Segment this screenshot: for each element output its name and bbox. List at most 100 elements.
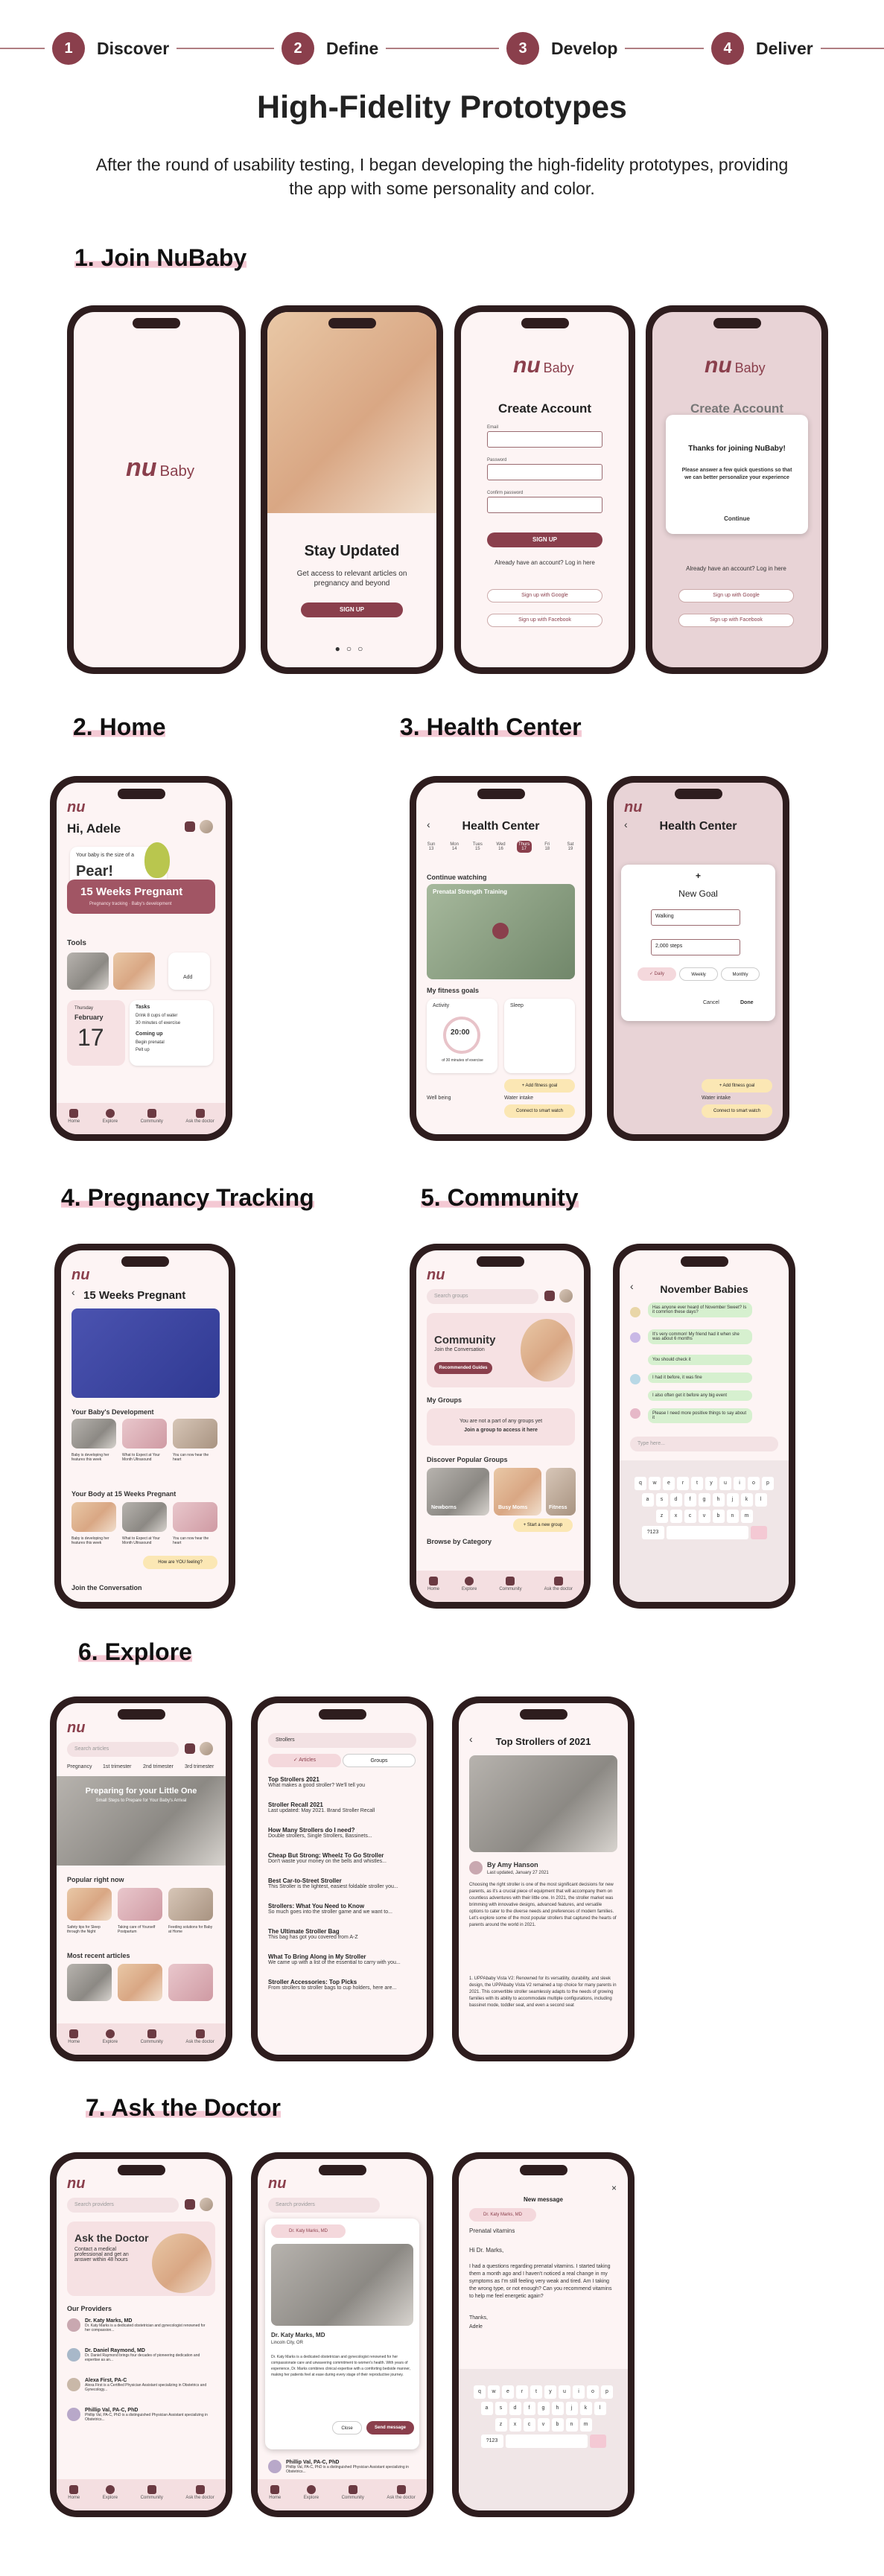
- articles-search-input[interactable]: Search articles: [67, 1742, 179, 1757]
- key[interactable]: o: [587, 2385, 599, 2399]
- result-item[interactable]: How Many Strollers do I need? Double stro…: [268, 1827, 416, 1839]
- message-subject[interactable]: Prenatal vitamins: [469, 2227, 515, 2234]
- result-item[interactable]: Strollers: What You Need to Know So much …: [268, 1903, 416, 1915]
- key[interactable]: r: [677, 1477, 689, 1490]
- tab-first-trimester[interactable]: 1st trimester: [103, 1764, 132, 1769]
- result-item[interactable]: The Ultimate Stroller Bag This bag has go…: [268, 1928, 416, 1940]
- send-key[interactable]: [750, 1526, 767, 1539]
- group-card-busy-moms[interactable]: Busy Moms: [494, 1468, 541, 1516]
- article-title[interactable]: Safety tips for Sleep through the Night: [67, 1925, 112, 1934]
- numbers-key[interactable]: ?123: [480, 2435, 503, 2448]
- article-title[interactable]: Baby is developing her features this wee…: [71, 1536, 116, 1545]
- tab-community[interactable]: Community: [141, 2485, 163, 2500]
- tab-home[interactable]: Home: [68, 2029, 80, 2044]
- key[interactable]: x: [670, 1510, 682, 1523]
- key[interactable]: b: [712, 1510, 725, 1523]
- date-item[interactable]: Wed 16: [493, 841, 508, 853]
- tool-card[interactable]: [113, 953, 155, 990]
- mail-icon[interactable]: [185, 1743, 195, 1754]
- tab-ask-doctor[interactable]: Ask the doctor: [544, 1577, 573, 1591]
- stroller-search-input[interactable]: Strollers: [268, 1733, 416, 1748]
- key[interactable]: d: [670, 1493, 682, 1507]
- key[interactable]: f: [523, 2402, 535, 2415]
- tab-ask-doctor[interactable]: Ask the doctor: [185, 1109, 214, 1124]
- facebook-signup-button[interactable]: Sign up with Facebook: [487, 614, 602, 627]
- result-item[interactable]: Top Strollers 2021 What makes a good stro…: [268, 1776, 416, 1788]
- login-link[interactable]: Already have an account? Log in here: [472, 559, 617, 566]
- key[interactable]: h: [551, 2402, 564, 2415]
- key[interactable]: l: [594, 2402, 606, 2415]
- key[interactable]: u: [559, 2385, 570, 2399]
- article-title[interactable]: What to Expect at Your Month Ultrasound: [122, 1536, 167, 1545]
- key[interactable]: z: [655, 1510, 668, 1523]
- result-item[interactable]: What To Bring Along in My Stroller We cam…: [268, 1953, 416, 1965]
- monthly-chip[interactable]: Monthly: [721, 967, 760, 981]
- article-image[interactable]: [67, 1888, 112, 1921]
- tab-community[interactable]: Community: [499, 1577, 522, 1591]
- key[interactable]: n: [565, 2418, 578, 2432]
- article-title[interactable]: What to Expect at Your Month Ultrasound: [122, 1453, 167, 1462]
- mail-icon[interactable]: [185, 821, 195, 832]
- article-image[interactable]: [168, 1964, 213, 2001]
- close-icon[interactable]: ×: [611, 2183, 617, 2193]
- tab-community[interactable]: Community: [342, 2485, 364, 2500]
- calendar-card[interactable]: Thursday February 17: [67, 1000, 125, 1066]
- key[interactable]: y: [705, 1477, 717, 1490]
- sign-up-button[interactable]: SIGN UP: [301, 602, 403, 617]
- tab-ask-doctor[interactable]: Ask the doctor: [185, 2485, 214, 2500]
- article-image[interactable]: [122, 1419, 167, 1448]
- email-field[interactable]: [487, 431, 602, 448]
- key[interactable]: v: [537, 2418, 550, 2432]
- key[interactable]: h: [712, 1493, 725, 1507]
- article-title[interactable]: You can now hear the heart: [173, 1453, 217, 1462]
- mail-icon[interactable]: [544, 1291, 555, 1301]
- explore-hero-image[interactable]: Preparing for your Little One Small Step…: [57, 1776, 226, 1866]
- key[interactable]: i: [734, 1477, 745, 1490]
- key[interactable]: x: [509, 2418, 521, 2432]
- key[interactable]: w: [649, 1477, 661, 1490]
- password-field[interactable]: [487, 464, 602, 480]
- key[interactable]: z: [495, 2418, 507, 2432]
- article-image[interactable]: [173, 1419, 217, 1448]
- recommended-button[interactable]: Recommended Guides: [434, 1362, 492, 1374]
- done-button[interactable]: Done: [740, 1000, 754, 1005]
- video-thumbnail[interactable]: Prenatal Strength Training: [427, 884, 575, 979]
- daily-chip[interactable]: ✓ Daily: [637, 967, 676, 981]
- result-item[interactable]: Cheap But Strong: Wheelz To Go Stroller D…: [268, 1852, 416, 1864]
- key[interactable]: a: [480, 2402, 493, 2415]
- feeling-button[interactable]: How are YOU feeling?: [143, 1556, 217, 1569]
- avatar[interactable]: [200, 1742, 213, 1755]
- group-card-fitness[interactable]: Fitness: [546, 1468, 576, 1516]
- message-body[interactable]: I had a questions regarding prenatal vit…: [469, 2263, 617, 2300]
- key[interactable]: t: [691, 1477, 703, 1490]
- article-image[interactable]: [168, 1888, 213, 1921]
- date-item[interactable]: Tues 15: [470, 841, 485, 853]
- articles-tab[interactable]: ✓ Articles: [268, 1754, 341, 1767]
- key[interactable]: q: [474, 2385, 486, 2399]
- providers-search-input[interactable]: Search providers: [268, 2198, 380, 2213]
- key[interactable]: n: [726, 1510, 739, 1523]
- article-title[interactable]: Baby is developing her features this wee…: [71, 1453, 116, 1462]
- date-item[interactable]: Sat 19: [563, 841, 578, 853]
- article-title[interactable]: You can now hear the heart: [173, 1536, 217, 1545]
- groups-tab[interactable]: Groups: [343, 1754, 416, 1767]
- groups-search-input[interactable]: Search groups: [427, 1289, 538, 1304]
- avatar[interactable]: [200, 2198, 213, 2211]
- provider-item[interactable]: Dr. Katy Marks, MD Dr. Katy Marks is a de…: [85, 2318, 212, 2332]
- key[interactable]: r: [516, 2385, 528, 2399]
- confirm-password-field[interactable]: [487, 497, 602, 513]
- google-signup-button[interactable]: Sign up with Google: [678, 589, 794, 602]
- tab-explore[interactable]: Explore: [103, 1109, 118, 1124]
- avatar[interactable]: [559, 1289, 573, 1303]
- cancel-button[interactable]: Cancel: [703, 1000, 719, 1005]
- chat-input[interactable]: Type here...: [630, 1437, 778, 1451]
- tab-third-trimester[interactable]: 3rd trimester: [185, 1764, 214, 1769]
- goal-amount-field[interactable]: 2,000 steps: [651, 939, 740, 955]
- key[interactable]: w: [488, 2385, 500, 2399]
- send-key[interactable]: [589, 2435, 606, 2448]
- providers-search-input[interactable]: Search providers: [67, 2198, 179, 2213]
- key[interactable]: v: [698, 1510, 710, 1523]
- key[interactable]: g: [698, 1493, 710, 1507]
- tab-home[interactable]: Home: [427, 1577, 439, 1591]
- key[interactable]: j: [565, 2402, 578, 2415]
